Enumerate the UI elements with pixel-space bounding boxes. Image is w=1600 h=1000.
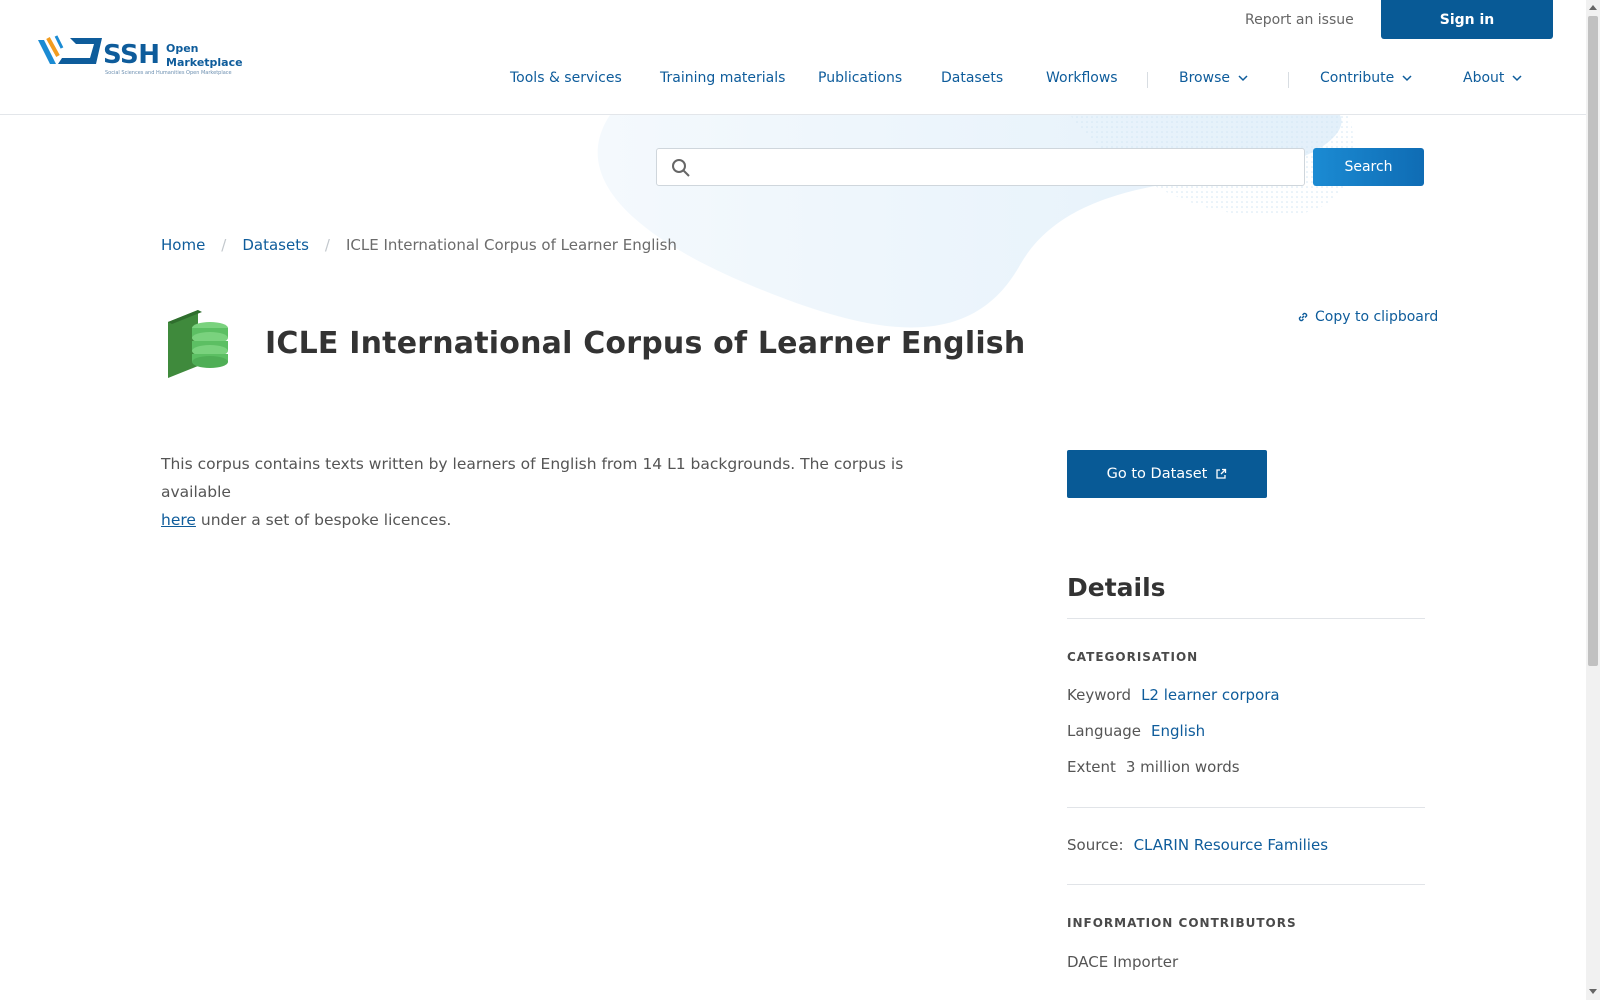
nav-label: Tools & services	[510, 70, 622, 86]
go-to-dataset-label: Go to Dataset	[1106, 466, 1208, 482]
logo-mark-icon	[38, 35, 102, 64]
go-to-dataset-button[interactable]: Go to Dataset	[1067, 450, 1267, 498]
logo-open-text: Open	[166, 42, 199, 55]
breadcrumb-separator: /	[221, 236, 227, 254]
item-description: This corpus contains texts written by le…	[161, 450, 941, 534]
scroll-down-arrow-icon[interactable]	[1589, 989, 1597, 994]
breadcrumb-datasets[interactable]: Datasets	[242, 236, 309, 254]
logo-marketplace-text: Marketplace	[166, 56, 243, 69]
search-input[interactable]	[701, 153, 1291, 181]
nav-label: Workflows	[1046, 70, 1118, 86]
page-scrollbar[interactable]	[1586, 0, 1600, 1000]
extent-key: Extent	[1067, 758, 1116, 776]
details-heading: Details	[1067, 573, 1166, 602]
language-key: Language	[1067, 722, 1142, 740]
page-title: ICLE International Corpus of Learner Eng…	[265, 326, 1026, 361]
copy-to-clipboard-link[interactable]: Copy to clipboard	[1297, 309, 1438, 325]
link-icon	[1298, 312, 1308, 322]
chevron-down-icon	[1402, 75, 1412, 82]
logo-open-marketplace: Open Marketplace	[166, 42, 243, 70]
language-link[interactable]: English	[1151, 722, 1205, 740]
main-nav: Tools & services Training materials Publ…	[0, 70, 1586, 92]
language-row: Language English	[1067, 722, 1205, 740]
source-row: Source: CLARIN Resource Families	[1067, 836, 1328, 854]
description-text-end: under a set of bespoke licences.	[200, 511, 452, 529]
dataset-icon	[168, 310, 228, 378]
breadcrumb-home[interactable]: Home	[161, 236, 205, 254]
nav-label: Browse	[1179, 70, 1230, 86]
nav-label: Publications	[818, 70, 903, 86]
breadcrumb-current: ICLE International Corpus of Learner Eng…	[345, 236, 677, 254]
external-link-icon	[1216, 468, 1227, 479]
search-button[interactable]: Search	[1313, 148, 1424, 186]
chevron-down-icon	[1512, 75, 1522, 82]
breadcrumb-separator: /	[324, 236, 330, 254]
nav-browse[interactable]: Browse	[1179, 70, 1248, 86]
sign-in-button[interactable]: Sign in	[1381, 0, 1553, 39]
nav-workflows[interactable]: Workflows	[1046, 70, 1118, 86]
categorisation-label: CATEGORISATION	[1067, 650, 1199, 664]
report-issue-link[interactable]: Report an issue	[1245, 12, 1354, 28]
contributor-name: DACE Importer	[1067, 953, 1179, 971]
source-link[interactable]: CLARIN Resource Families	[1134, 836, 1328, 854]
nav-training-materials[interactable]: Training materials	[660, 70, 785, 86]
nav-divider	[1288, 72, 1289, 88]
source-key: Source:	[1067, 836, 1124, 854]
keyword-link[interactable]: L2 learner corpora	[1141, 686, 1279, 704]
extent-row: Extent 3 million words	[1067, 758, 1240, 776]
nav-contribute[interactable]: Contribute	[1320, 70, 1412, 86]
details-divider	[1067, 884, 1425, 885]
nav-datasets[interactable]: Datasets	[941, 70, 1003, 86]
details-divider	[1067, 618, 1425, 619]
nav-tools-services[interactable]: Tools & services	[510, 70, 622, 86]
nav-publications[interactable]: Publications	[818, 70, 902, 86]
keyword-key: Keyword	[1067, 686, 1132, 704]
extent-value: 3 million words	[1125, 758, 1240, 776]
nav-about[interactable]: About	[1463, 70, 1522, 86]
search-icon	[672, 159, 690, 177]
details-divider	[1067, 807, 1425, 808]
nav-label: Contribute	[1320, 70, 1395, 86]
description-here-link[interactable]: here	[161, 511, 196, 529]
scroll-thumb[interactable]	[1588, 16, 1598, 666]
nav-label: Training materials	[660, 70, 786, 86]
keyword-row: Keyword L2 learner corpora	[1067, 686, 1280, 704]
logo-ssh-text: SSH	[103, 40, 160, 70]
scroll-up-arrow-icon[interactable]	[1589, 5, 1597, 10]
nav-divider	[1147, 72, 1148, 88]
description-text: This corpus contains texts written by le…	[161, 455, 904, 501]
search-box	[656, 148, 1305, 186]
chevron-down-icon	[1238, 75, 1248, 82]
nav-label: About	[1463, 70, 1505, 86]
site-header: SSH Open Marketplace Social Sciences and…	[0, 0, 1586, 115]
breadcrumb: Home / Datasets / ICLE International Cor…	[161, 236, 677, 254]
nav-label: Datasets	[941, 70, 1004, 86]
copy-label: Copy to clipboard	[1315, 309, 1439, 325]
information-contributors-label: INFORMATION CONTRIBUTORS	[1067, 916, 1297, 930]
